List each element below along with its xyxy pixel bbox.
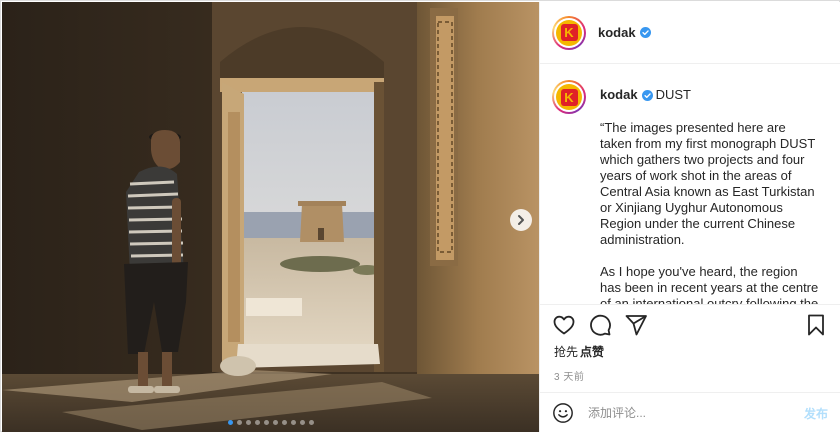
carousel-dot	[281, 420, 287, 425]
bookmark-icon	[808, 314, 824, 336]
instagram-post: K kodak K kodak DUST “The images present…	[0, 0, 840, 432]
verified-badge-icon	[639, 27, 651, 38]
share-button[interactable]	[624, 313, 648, 337]
action-icons-row	[540, 305, 840, 345]
carousel-dot	[254, 420, 260, 425]
comment-button[interactable]	[588, 313, 612, 337]
post-photo[interactable]	[2, 2, 539, 432]
carousel-indicators	[2, 420, 539, 425]
avatar[interactable]: K	[552, 15, 586, 50]
caption-paragraph: “The images presented here are taken fro…	[600, 120, 816, 247]
carousel-dot	[272, 420, 278, 425]
add-comment-bar: 发布	[540, 392, 840, 432]
post-actions: 抢先点赞 3 天前 发布	[540, 304, 840, 432]
caption-title-text: DUST	[655, 87, 691, 102]
save-button[interactable]	[804, 313, 828, 337]
carousel-dot	[290, 420, 296, 425]
chevron-right-icon	[518, 215, 524, 225]
like-action-link[interactable]: 点赞	[580, 345, 604, 359]
next-slide-button[interactable]	[510, 209, 532, 231]
carousel-dot	[236, 420, 242, 425]
caption-paragraph: As I hope you've heard, the region has b…	[600, 264, 819, 304]
post-side-panel: K kodak K kodak DUST “The images present…	[539, 2, 840, 432]
caption-avatar[interactable]: K	[552, 80, 586, 114]
carousel-dot	[299, 420, 305, 425]
carousel-dot	[245, 420, 251, 425]
carousel-dot	[263, 420, 269, 425]
carousel-dot	[227, 420, 233, 425]
kodak-logo-icon: K	[556, 19, 582, 46]
caption-username[interactable]: kodak	[600, 87, 638, 102]
like-button[interactable]	[552, 313, 576, 337]
carousel-dot	[308, 420, 314, 425]
verified-badge-icon	[641, 90, 653, 102]
photo-scene	[2, 2, 539, 432]
publish-button[interactable]: 发布	[804, 405, 828, 422]
share-icon	[625, 315, 647, 336]
comment-input[interactable]	[588, 406, 778, 420]
post-header: K kodak	[540, 2, 840, 64]
header-username[interactable]: kodak	[598, 25, 636, 40]
caption-body: kodak DUST “The images presented here are…	[600, 80, 819, 304]
post-timestamp[interactable]: 3 天前	[540, 368, 840, 383]
comments-area[interactable]: K kodak DUST “The images presented here a…	[540, 64, 840, 304]
caption: K kodak DUST “The images presented here a…	[552, 80, 828, 304]
emoji-icon[interactable]	[552, 402, 574, 424]
likes-prefix: 抢先	[554, 345, 579, 359]
likes-line: 抢先 点赞	[540, 345, 840, 359]
heart-icon	[553, 315, 575, 335]
comment-icon	[590, 314, 611, 336]
kodak-logo-icon: K	[556, 84, 582, 110]
caption-title: kodak DUST	[600, 87, 819, 103]
